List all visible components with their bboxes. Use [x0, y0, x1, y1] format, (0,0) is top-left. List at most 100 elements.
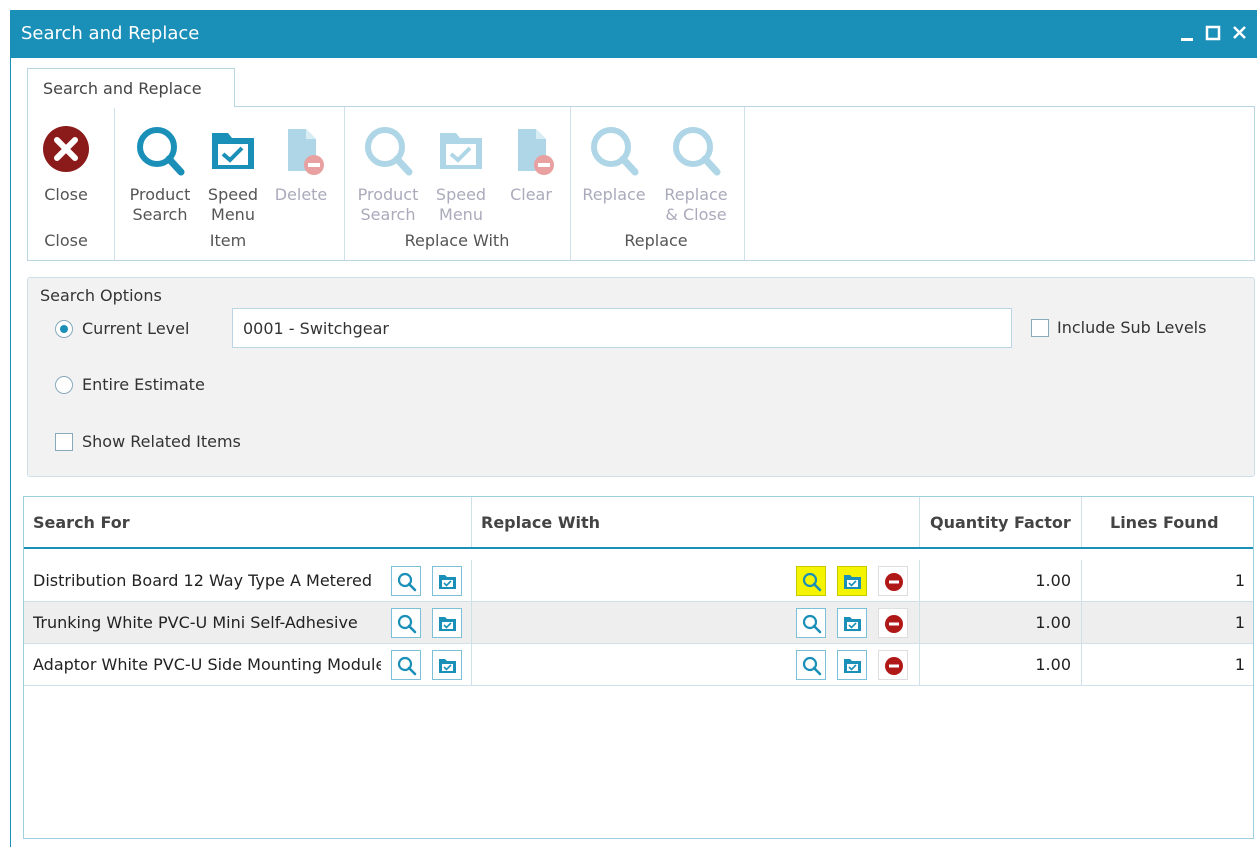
folder-check-icon [439, 617, 456, 631]
quantity-factor-value: 1.00 [1035, 571, 1071, 590]
row-replace-speed-menu-button[interactable] [837, 650, 867, 680]
lines-found-value: 1 [1234, 571, 1245, 590]
remove-circle-icon [885, 615, 903, 633]
tab-joiner [28, 105, 234, 108]
remove-circle-icon [885, 657, 903, 675]
row-clear-button[interactable] [878, 608, 908, 638]
row-speed-menu-button[interactable] [432, 608, 462, 638]
lines-found-value: 1 [1234, 655, 1245, 674]
magnifier-icon [585, 121, 643, 181]
results-grid: Search For Replace With Quantity Factor … [23, 496, 1254, 839]
entire-estimate-radio[interactable] [55, 376, 73, 394]
row-search-button[interactable] [391, 650, 421, 680]
show-related-items-label: Show Related Items [82, 432, 241, 451]
replace-and-close-button[interactable]: Replace & Close [658, 107, 734, 225]
row-search-button[interactable] [391, 608, 421, 638]
column-header-replace-with[interactable]: Replace With [472, 497, 920, 547]
magnifier-icon [131, 121, 189, 181]
show-related-items-checkbox[interactable] [55, 433, 73, 451]
table-row[interactable]: Distribution Board 12 Way Type A Metered [24, 560, 1253, 602]
row-clear-button[interactable] [878, 566, 908, 596]
search-for-text: Adaptor White PVC-U Side Mounting Module [33, 655, 381, 674]
ribbon: Close Close Product Search Speed Menu De… [27, 106, 1255, 261]
row-replace-search-button[interactable] [796, 650, 826, 680]
row-replace-speed-menu-button[interactable] [837, 608, 867, 638]
magnifier-icon [397, 614, 417, 634]
replace-speed-menu-button[interactable]: Speed Menu [428, 107, 494, 225]
grid-header: Search For Replace With Quantity Factor … [24, 497, 1253, 549]
item-product-search-button[interactable]: Product Search [122, 107, 198, 225]
group-label-replace-with: Replace With [404, 231, 510, 250]
item-delete-button[interactable]: Delete [268, 107, 334, 205]
table-row[interactable]: Trunking White PVC-U Mini Self-Adhesive [24, 602, 1253, 644]
quantity-factor-cell: 1.00 [920, 602, 1082, 644]
document-remove-icon [502, 121, 560, 181]
include-sub-levels-label: Include Sub Levels [1057, 318, 1207, 337]
row-replace-search-button[interactable] [796, 608, 826, 638]
magnifier-icon [397, 656, 417, 676]
row-replace-speed-menu-button[interactable] [837, 566, 867, 596]
replace-button[interactable]: Replace [578, 107, 650, 205]
group-label-item: Item [209, 231, 247, 250]
group-divider [744, 107, 745, 260]
quantity-factor-value: 1.00 [1035, 655, 1071, 674]
close-button[interactable]: Close [38, 107, 94, 205]
search-for-cell: Adaptor White PVC-U Side Mounting Module [24, 644, 472, 686]
row-clear-button[interactable] [878, 650, 908, 680]
folder-check-icon [844, 617, 861, 631]
replace-with-cell [472, 560, 920, 602]
search-for-text: Trunking White PVC-U Mini Self-Adhesive [33, 613, 358, 632]
item-speed-menu-button[interactable]: Speed Menu [200, 107, 266, 225]
search-for-cell: Distribution Board 12 Way Type A Metered [24, 560, 472, 602]
folder-check-icon [844, 575, 861, 589]
quantity-factor-value: 1.00 [1035, 613, 1071, 632]
replace-with-cell [472, 602, 920, 644]
group-divider [344, 107, 345, 260]
magnifier-icon [397, 572, 417, 592]
folder-check-icon [204, 121, 262, 181]
magnifier-icon [802, 614, 822, 634]
minimize-icon[interactable] [1177, 22, 1199, 44]
folder-check-icon [844, 659, 861, 673]
magnifier-icon [802, 656, 822, 676]
search-options-panel: Search Options Current Level Include Sub… [27, 277, 1255, 477]
replace-product-search-button[interactable]: Product Search [350, 107, 426, 225]
search-for-text: Distribution Board 12 Way Type A Metered [33, 571, 372, 590]
maximize-icon[interactable] [1203, 22, 1225, 44]
folder-check-icon [439, 575, 456, 589]
column-header-lines-found[interactable]: Lines Found [1082, 497, 1253, 547]
group-divider [570, 107, 571, 260]
current-level-input[interactable] [232, 308, 1012, 348]
folder-check-icon [439, 659, 456, 673]
column-header-search-for[interactable]: Search For [24, 497, 472, 547]
window-title: Search and Replace [21, 23, 200, 44]
ribbon-tab-search-replace[interactable]: Search and Replace [27, 68, 235, 108]
search-replace-window: Search and Replace Search and Replace Cl… [10, 10, 1257, 847]
row-search-button[interactable] [391, 566, 421, 596]
row-speed-menu-button[interactable] [432, 650, 462, 680]
table-row[interactable]: Adaptor White PVC-U Side Mounting Module [24, 644, 1253, 686]
row-speed-menu-button[interactable] [432, 566, 462, 596]
close-window-icon[interactable] [1229, 22, 1251, 44]
search-for-cell: Trunking White PVC-U Mini Self-Adhesive [24, 602, 472, 644]
quantity-factor-cell: 1.00 [920, 560, 1082, 602]
document-remove-icon [272, 121, 330, 181]
group-divider [114, 107, 115, 260]
lines-found-cell: 1 [1082, 644, 1253, 686]
column-header-quantity-factor[interactable]: Quantity Factor [920, 497, 1082, 547]
magnifier-icon [359, 121, 417, 181]
magnifier-icon [667, 121, 725, 181]
lines-found-cell: 1 [1082, 560, 1253, 602]
current-level-radio[interactable] [55, 320, 73, 338]
search-options-legend: Search Options [40, 286, 162, 305]
close-circle-icon [38, 121, 94, 181]
replace-with-cell [472, 644, 920, 686]
row-replace-search-button[interactable] [796, 566, 826, 596]
quantity-factor-cell: 1.00 [920, 644, 1082, 686]
include-sub-levels-checkbox[interactable] [1031, 319, 1049, 337]
replace-clear-button[interactable]: Clear [498, 107, 564, 205]
folder-check-icon [432, 121, 490, 181]
title-bar[interactable]: Search and Replace [11, 10, 1257, 58]
magnifier-icon [802, 572, 822, 592]
lines-found-cell: 1 [1082, 602, 1253, 644]
